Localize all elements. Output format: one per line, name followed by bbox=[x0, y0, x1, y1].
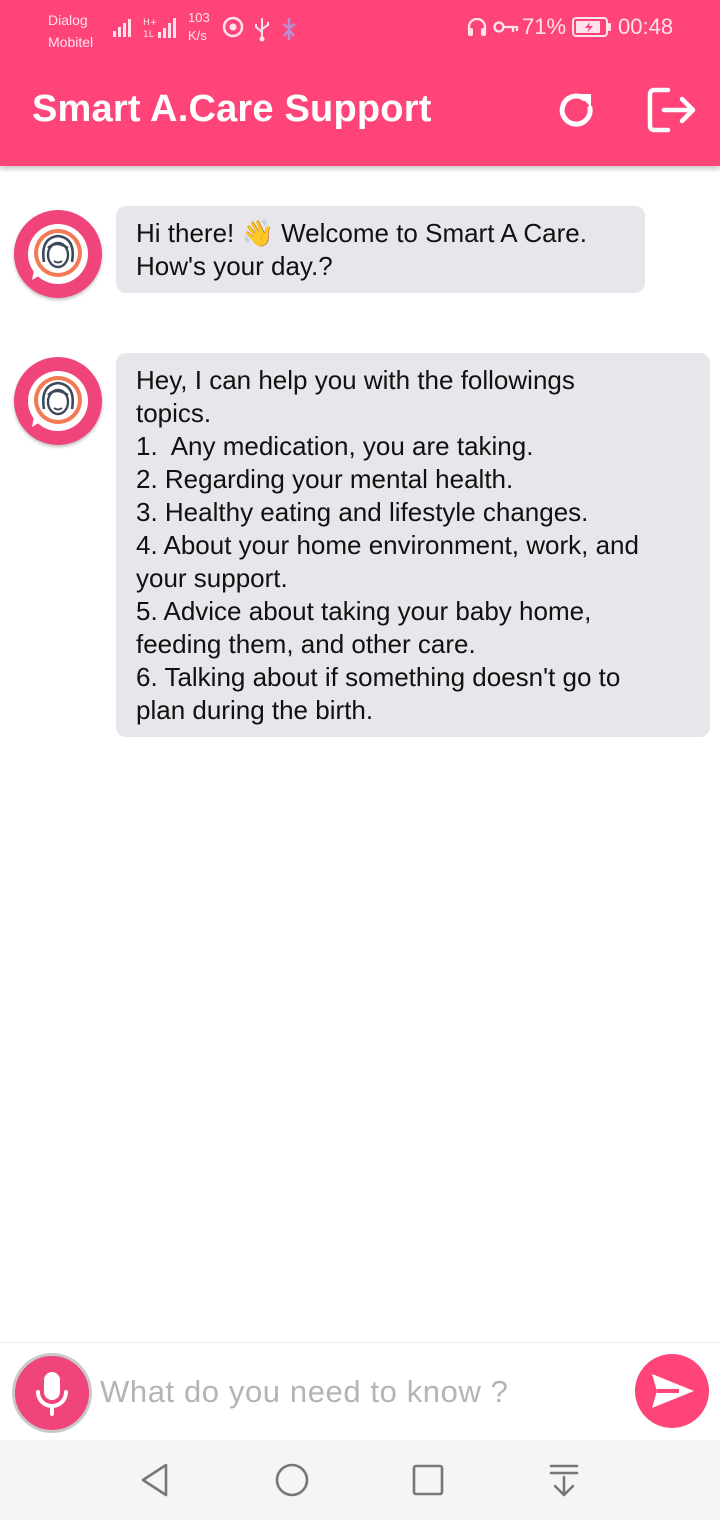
bot-avatar bbox=[14, 210, 102, 298]
network-speed-value: 103 bbox=[188, 10, 210, 25]
message-composer bbox=[0, 1342, 720, 1441]
message-line: topics. bbox=[136, 398, 212, 428]
message-line: 5. Advice about taking your baby home, bbox=[136, 596, 592, 626]
system-nav-bar bbox=[0, 1440, 720, 1520]
message-line: 6. Talking about if something doesn't go… bbox=[136, 662, 621, 692]
svg-text:1L: 1L bbox=[143, 30, 154, 40]
home-button[interactable] bbox=[270, 1458, 314, 1502]
female-support-avatar-icon bbox=[28, 224, 88, 284]
send-icon bbox=[652, 1374, 694, 1408]
app-title: Smart A.Care Support bbox=[32, 88, 432, 130]
usb-icon bbox=[255, 18, 269, 42]
headset-icon bbox=[467, 17, 487, 36]
network-speed: 103 K/s bbox=[188, 9, 210, 45]
battery-charging-icon bbox=[572, 17, 611, 37]
signal-hplus-icon: H+ 1L bbox=[143, 18, 176, 40]
logout-icon bbox=[647, 87, 696, 133]
message-input[interactable] bbox=[100, 1367, 620, 1417]
message-line: 1. Any medication, you are taking. bbox=[136, 431, 534, 461]
accessibility-icon bbox=[282, 18, 296, 40]
app-header: Dialog Mobitel H+ 1L 103 K/s 71% 00:48 S… bbox=[0, 0, 720, 166]
signal-icon bbox=[113, 19, 131, 37]
message-bubble: Hey, I can help you with the followings … bbox=[116, 353, 710, 737]
message-line: Hi there! 👋 Welcome to Smart A Care. bbox=[136, 218, 587, 248]
svg-text:H+: H+ bbox=[143, 18, 157, 28]
message-line: your support. bbox=[136, 563, 288, 593]
battery-percent: 71% bbox=[522, 14, 567, 39]
status-time: 00:48 bbox=[618, 14, 674, 39]
microphone-button[interactable] bbox=[12, 1353, 92, 1433]
recents-icon bbox=[412, 1464, 444, 1496]
notification-pulldown-button[interactable] bbox=[542, 1458, 586, 1502]
message-line: plan during the birth. bbox=[136, 695, 374, 725]
chat-screen: Dialog Mobitel H+ 1L 103 K/s 71% 00:48 S… bbox=[0, 0, 720, 1520]
refresh-icon bbox=[559, 93, 593, 127]
back-icon bbox=[141, 1463, 168, 1497]
message-line: How's your day.? bbox=[136, 251, 333, 281]
logout-button[interactable] bbox=[644, 84, 700, 136]
network-speed-unit: K/s bbox=[188, 28, 207, 43]
refresh-button[interactable] bbox=[552, 86, 600, 134]
message-line: 2. Regarding your mental health. bbox=[136, 464, 514, 494]
message-bubble: Hi there! 👋 Welcome to Smart A Care. How… bbox=[116, 206, 645, 293]
carrier-names: Dialog Mobitel bbox=[48, 9, 93, 53]
message-line: 3. Healthy eating and lifestyle changes. bbox=[136, 497, 589, 527]
female-support-avatar-icon bbox=[28, 371, 88, 431]
back-button[interactable] bbox=[134, 1458, 178, 1502]
bot-avatar bbox=[14, 357, 102, 445]
home-icon bbox=[275, 1463, 309, 1497]
notification-pulldown-icon bbox=[549, 1464, 579, 1497]
message-line: feeding them, and other care. bbox=[136, 629, 476, 659]
message-line: 4. About your home environment, work, an… bbox=[136, 530, 639, 560]
carrier-name-2: Mobitel bbox=[48, 34, 94, 50]
microphone-icon bbox=[36, 1372, 68, 1416]
status-bar: Dialog Mobitel H+ 1L 103 K/s 71% 00:48 bbox=[0, 0, 720, 56]
message-line: Hey, I can help you with the followings bbox=[136, 365, 575, 395]
music-icon bbox=[222, 16, 244, 38]
key-icon bbox=[493, 21, 519, 33]
send-button[interactable] bbox=[635, 1354, 709, 1428]
recents-button[interactable] bbox=[406, 1458, 450, 1502]
carrier-name-1: Dialog bbox=[48, 12, 88, 28]
